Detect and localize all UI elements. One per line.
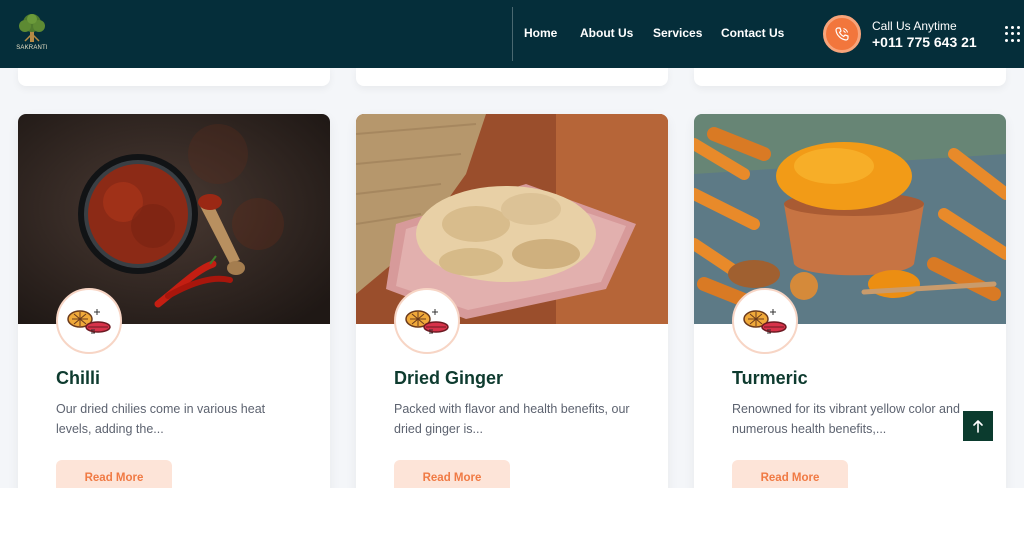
previous-card-stub xyxy=(694,66,1006,86)
product-card-dried-ginger[interactable]: Dried Ginger Packed with flavor and heal… xyxy=(356,114,668,488)
page: SAKRANTI Home About Us Services Contact … xyxy=(0,0,1024,488)
card-title: Dried Ginger xyxy=(394,368,504,388)
card-title: Turmeric xyxy=(732,368,808,388)
spices-icon xyxy=(394,288,460,354)
grid-menu-icon[interactable] xyxy=(1005,26,1021,42)
spices-icon xyxy=(56,288,122,354)
read-more-button[interactable]: Read More xyxy=(732,460,848,488)
call-number[interactable]: +011 775 643 21 xyxy=(872,34,977,50)
card-description: Renowned for its vibrant yellow color an… xyxy=(732,402,960,436)
read-more-button[interactable]: Read More xyxy=(394,460,510,488)
card-description: Our dried chilies come in various heat l… xyxy=(56,402,266,436)
logo[interactable]: SAKRANTI xyxy=(12,12,52,56)
dried-ginger-image xyxy=(356,114,668,324)
nav-home[interactable]: Home xyxy=(524,26,557,40)
previous-card-stub xyxy=(356,66,668,86)
site-header: SAKRANTI Home About Us Services Contact … xyxy=(0,0,1024,68)
card-title: Chilli xyxy=(56,368,100,388)
product-card-chilli[interactable]: Chilli Our dried chilies come in various… xyxy=(18,114,330,488)
nav-contact-us[interactable]: Contact Us xyxy=(721,26,784,40)
header-divider xyxy=(512,7,513,61)
logo-text: SAKRANTI xyxy=(16,45,48,51)
nav-services[interactable]: Services xyxy=(653,26,702,40)
tree-icon xyxy=(19,14,45,42)
card-description: Packed with flavor and health benefits, … xyxy=(394,402,630,436)
read-more-button[interactable]: Read More xyxy=(56,460,172,488)
turmeric-image xyxy=(694,114,1006,324)
arrow-up-icon xyxy=(973,420,983,433)
chilli-image xyxy=(18,114,330,324)
call-button[interactable] xyxy=(823,15,861,53)
call-label: Call Us Anytime xyxy=(872,19,957,33)
phone-icon xyxy=(835,27,849,41)
previous-card-stub xyxy=(18,66,330,86)
product-card-turmeric[interactable]: Turmeric Renowned for its vibrant yellow… xyxy=(694,114,1006,488)
scroll-to-top-button[interactable] xyxy=(963,411,993,441)
nav-about-us[interactable]: About Us xyxy=(580,26,633,40)
spices-icon xyxy=(732,288,798,354)
